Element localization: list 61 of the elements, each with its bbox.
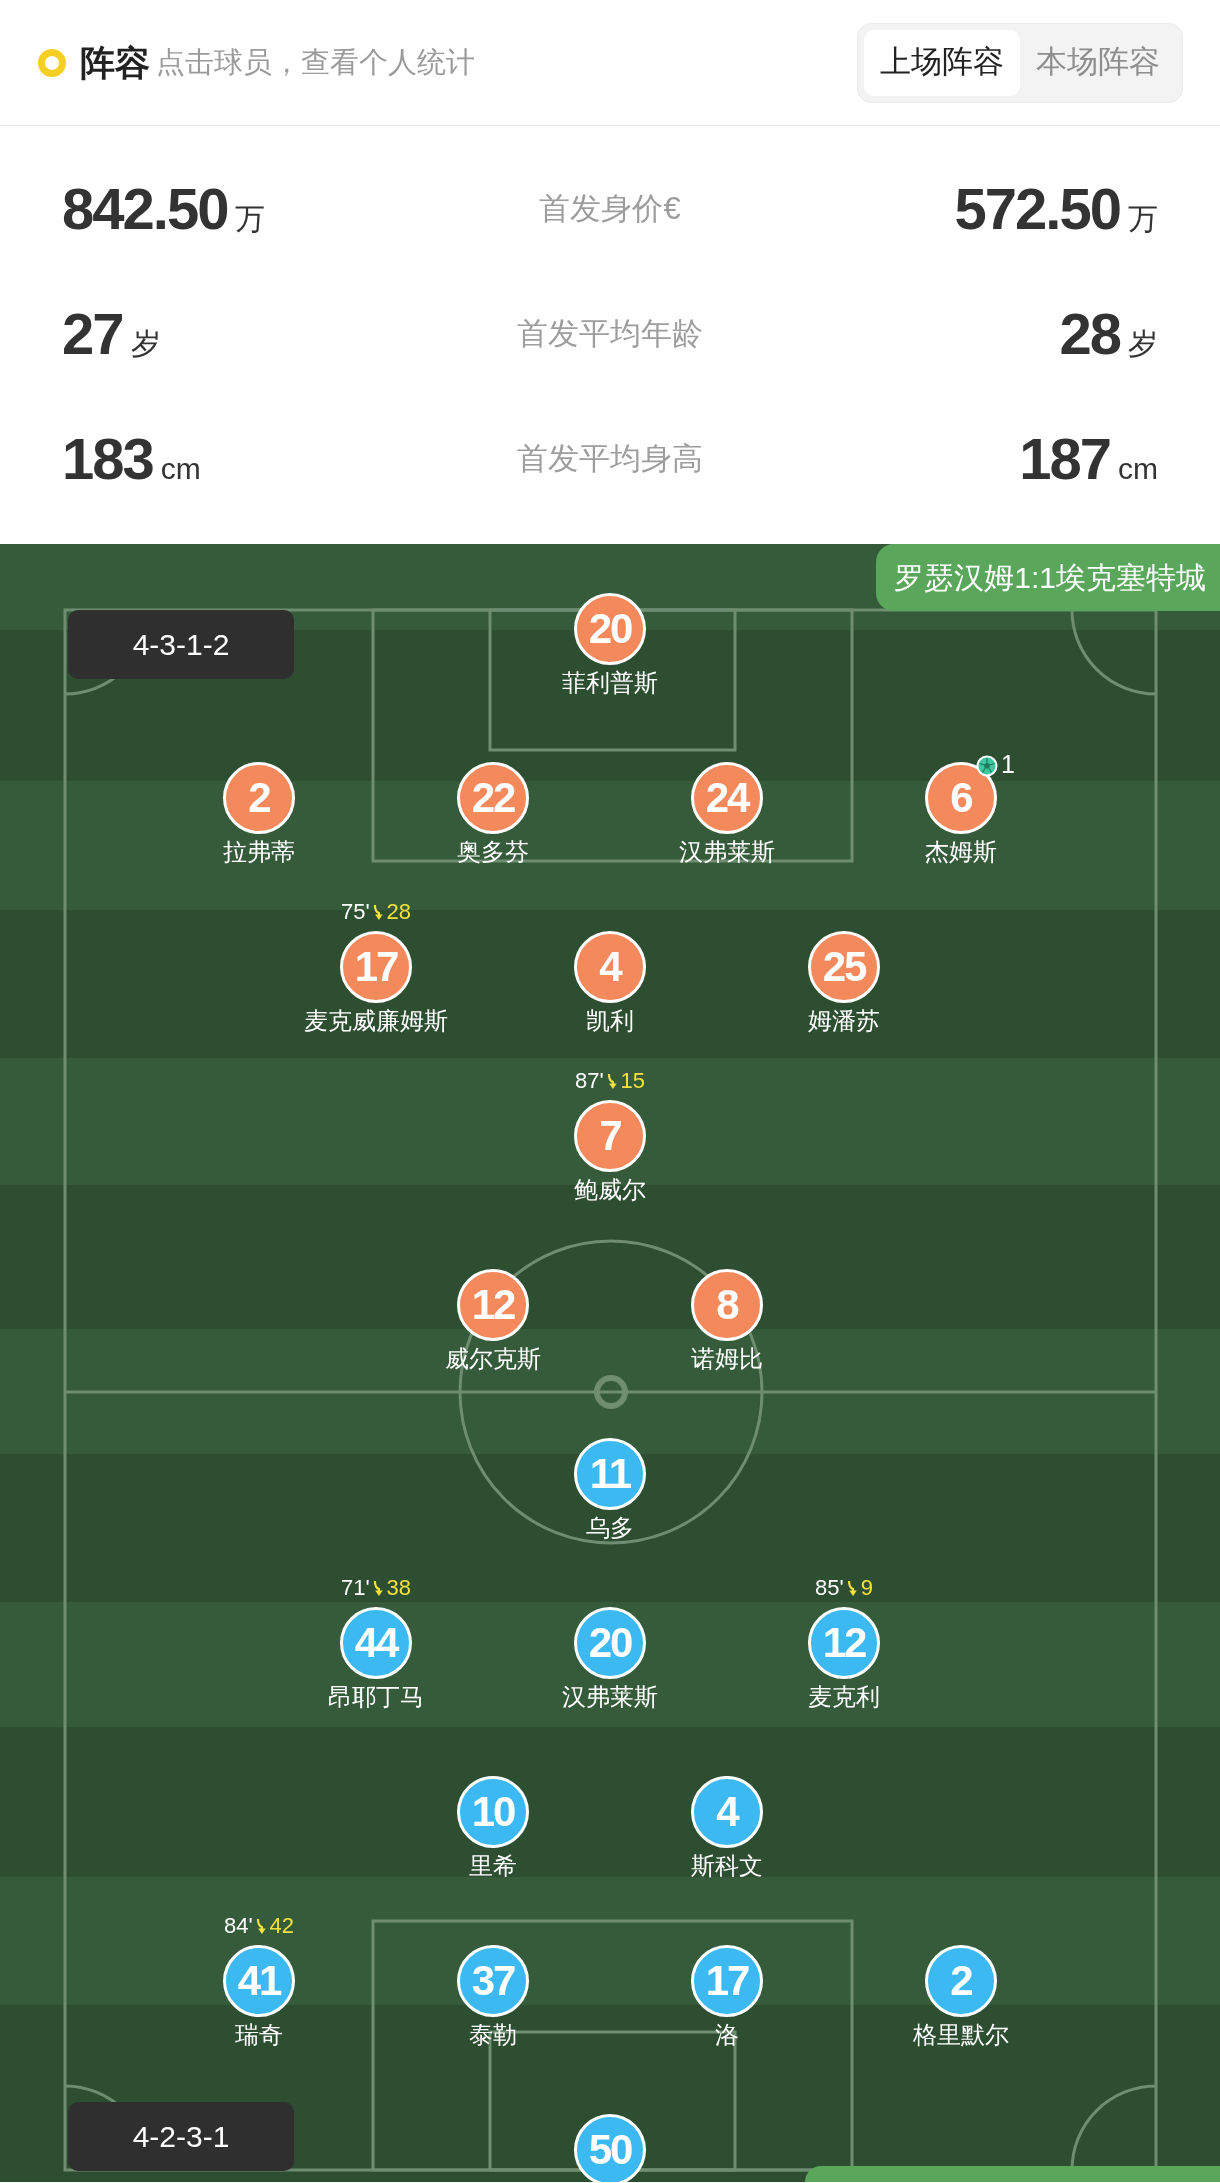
player-name: 麦克利	[808, 1685, 880, 1709]
sub-minute: 75'	[340, 901, 370, 923]
sub-player-number: 28	[386, 901, 412, 923]
section-title: 阵容	[80, 45, 150, 80]
section-hint: 点击球员，查看个人统计	[156, 48, 475, 77]
player-name: 格里默尔	[913, 2023, 1009, 2047]
sub-minute: 87'	[574, 1070, 604, 1092]
player-name: 瑞奇	[235, 2023, 283, 2047]
sub-player-number: 15	[620, 1070, 646, 1092]
sub-minute: 84'	[223, 1915, 253, 1937]
away-value: 187	[1019, 429, 1110, 488]
sub-minute: 85'	[815, 1577, 844, 1599]
player-name: 里希	[469, 1854, 517, 1878]
away-unit: 万	[1128, 203, 1158, 234]
player-name: 泰勒	[469, 2023, 517, 2047]
player-name: 凯利	[586, 1009, 634, 1033]
away-unit: cm	[1118, 453, 1158, 484]
player-name: 杰姆斯	[925, 840, 997, 864]
ring-icon	[38, 48, 66, 77]
away-value: 28	[1059, 304, 1120, 363]
player-name: 麦克威廉姆斯	[304, 1009, 448, 1033]
match-score: 罗瑟汉姆1:1埃克塞特城	[876, 544, 1220, 611]
stat-label: 首发平均年龄	[517, 318, 703, 349]
player-name: 鲍威尔	[574, 1178, 646, 1202]
lineup-tab[interactable]: 本场阵容	[1020, 29, 1176, 96]
goal-count: 1	[1001, 752, 1015, 777]
player-name: 拉弗蒂	[223, 840, 295, 864]
player-name: 姆潘苏	[808, 1009, 880, 1033]
player-name: 奥多芬	[457, 840, 529, 864]
sub-player-number: 42	[269, 1915, 295, 1937]
home-value: 842.50	[62, 179, 228, 238]
formation-label: 4-2-3-1	[68, 2102, 294, 2171]
stat-label: 首发身价€	[539, 193, 681, 224]
player-name: 汉弗莱斯	[562, 1685, 658, 1709]
player-name: 诺姆比	[691, 1347, 763, 1371]
down-arrow-icon	[372, 1579, 384, 1597]
soccer-ball-icon	[976, 755, 998, 777]
stat-label: 首发平均身高	[517, 443, 703, 474]
down-arrow-icon	[846, 1579, 858, 1597]
away-value: 572.50	[954, 179, 1120, 238]
player-name: 乌多	[586, 1516, 634, 1540]
down-arrow-icon	[606, 1072, 618, 1090]
player-name: 威尔克斯	[445, 1347, 541, 1371]
sub-player-number: 9	[860, 1577, 873, 1599]
sub-minute: 71'	[340, 1577, 370, 1599]
player-name: 斯科文	[691, 1854, 763, 1878]
home-value: 27	[62, 304, 123, 363]
player-name: 昂耶丁马	[328, 1685, 424, 1709]
player-name: 洛	[715, 2023, 739, 2047]
lineup-tab[interactable]: 上场阵容	[864, 29, 1020, 96]
down-arrow-icon	[255, 1917, 267, 1935]
down-arrow-icon	[372, 903, 384, 921]
sub-player-number: 38	[386, 1577, 412, 1599]
home-value: 183	[62, 429, 153, 488]
away-unit: 岁	[1128, 328, 1158, 359]
home-unit: cm	[160, 453, 201, 484]
player-name: 汉弗莱斯	[679, 840, 775, 864]
formation-label: 4-3-1-2	[68, 610, 294, 679]
home-unit: 岁	[130, 328, 161, 359]
player-name: 菲利普斯	[562, 671, 658, 695]
home-unit: 万	[235, 203, 266, 234]
